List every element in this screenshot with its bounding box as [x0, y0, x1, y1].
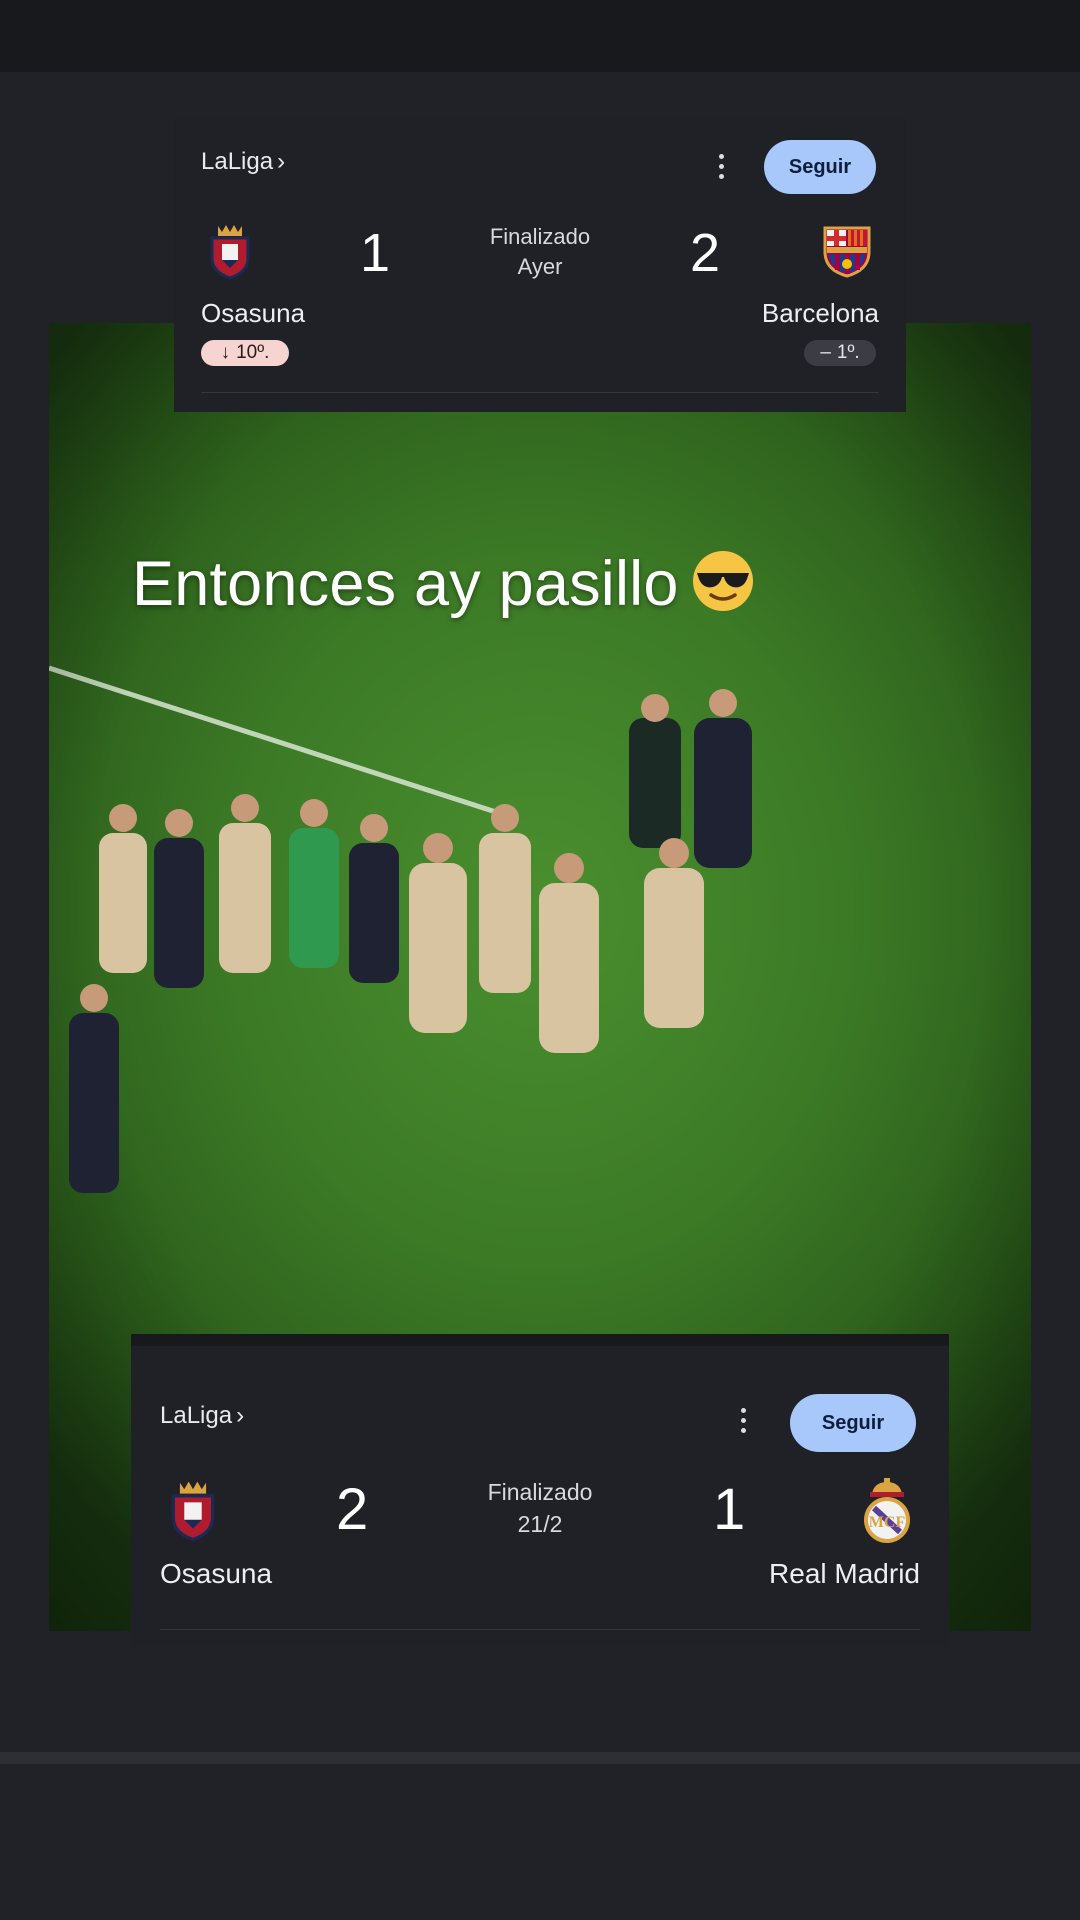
barcelona-crest-icon: [823, 226, 871, 278]
arrow-down-icon: ↓: [220, 342, 231, 363]
more-options-icon[interactable]: [717, 154, 725, 179]
status-line-2: Ayer: [517, 254, 563, 279]
home-team-name: Osasuna: [201, 298, 306, 328]
home-score: 1: [360, 223, 391, 283]
away-team-name: Real Madrid: [769, 1558, 920, 1589]
status-line-1: Finalizado: [489, 224, 591, 249]
status-line-1: Finalizado: [487, 1479, 593, 1505]
match-status: Finalizado 21/2: [456, 1476, 624, 1540]
chevron-right-icon: ›: [277, 148, 286, 175]
match-card-osasuna-barcelona[interactable]: LaLiga › Seguir 1 Finalizado Ayer 2 Osasu…: [174, 118, 906, 412]
status-line-2: 21/2: [517, 1511, 563, 1537]
league-label: LaLiga: [160, 1402, 233, 1429]
more-options-icon[interactable]: [739, 1408, 747, 1433]
divider: [160, 1629, 920, 1630]
home-rank-label: 10º.: [236, 342, 270, 363]
follow-button[interactable]: Seguir: [764, 140, 876, 194]
osasuna-crest-icon: [171, 1481, 215, 1542]
home-rank-badge: ↓ 10º.: [201, 340, 289, 366]
status-bar: [0, 0, 1080, 72]
real-madrid-crest-icon: MCF: [864, 1478, 910, 1543]
dash-icon: –: [820, 342, 831, 363]
caption-text: Entonces ay pasillo: [132, 549, 679, 619]
league-link[interactable]: LaLiga ›: [160, 1402, 244, 1430]
league-label: LaLiga: [201, 148, 274, 175]
osasuna-crest-icon: [210, 225, 250, 280]
bottom-divider: [0, 1752, 1080, 1764]
away-score: 1: [713, 1477, 746, 1542]
chevron-right-icon: ›: [236, 1402, 245, 1429]
divider: [201, 392, 879, 393]
video-caption: Entonces ay pasillo: [132, 548, 755, 620]
away-rank-badge: –1º.: [804, 340, 876, 366]
match-status: Finalizado Ayer: [466, 222, 614, 282]
follow-button[interactable]: Seguir: [790, 1394, 916, 1452]
home-team-name: Osasuna: [160, 1558, 273, 1589]
match-card-osasuna-real-madrid[interactable]: LaLiga › Seguir 2 Finalizado 21/2 1 MCF O…: [131, 1334, 949, 1646]
sunglasses-emoji-icon: [692, 551, 753, 611]
svg-text:MCF: MCF: [869, 1514, 906, 1531]
away-rank-label: 1º.: [836, 342, 860, 363]
league-link[interactable]: LaLiga ›: [201, 148, 285, 176]
home-score: 2: [336, 1477, 369, 1542]
away-score: 2: [690, 223, 721, 283]
away-team-name: Barcelona: [761, 298, 879, 328]
